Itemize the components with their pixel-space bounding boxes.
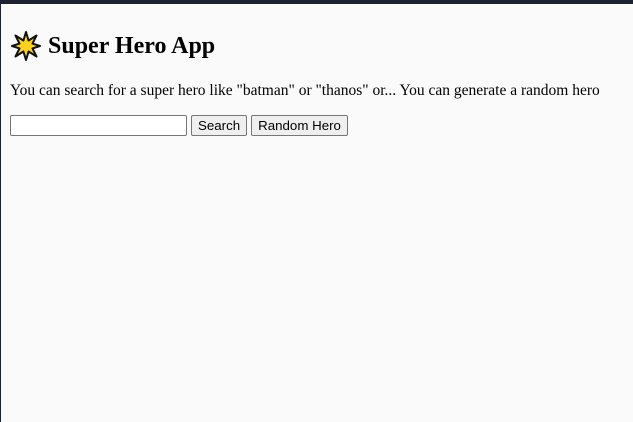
random-hero-button[interactable]: Random Hero (251, 115, 348, 136)
intro-text: You can search for a super hero like "ba… (10, 82, 600, 99)
search-controls: Search Random Hero (10, 115, 348, 136)
search-input[interactable] (10, 115, 187, 136)
search-button[interactable]: Search (191, 115, 248, 136)
header: Super Hero App (11, 30, 215, 62)
page: Super Hero App You can search for a supe… (1, 4, 633, 422)
star-icon (11, 31, 41, 61)
page-title: Super Hero App (48, 33, 216, 59)
